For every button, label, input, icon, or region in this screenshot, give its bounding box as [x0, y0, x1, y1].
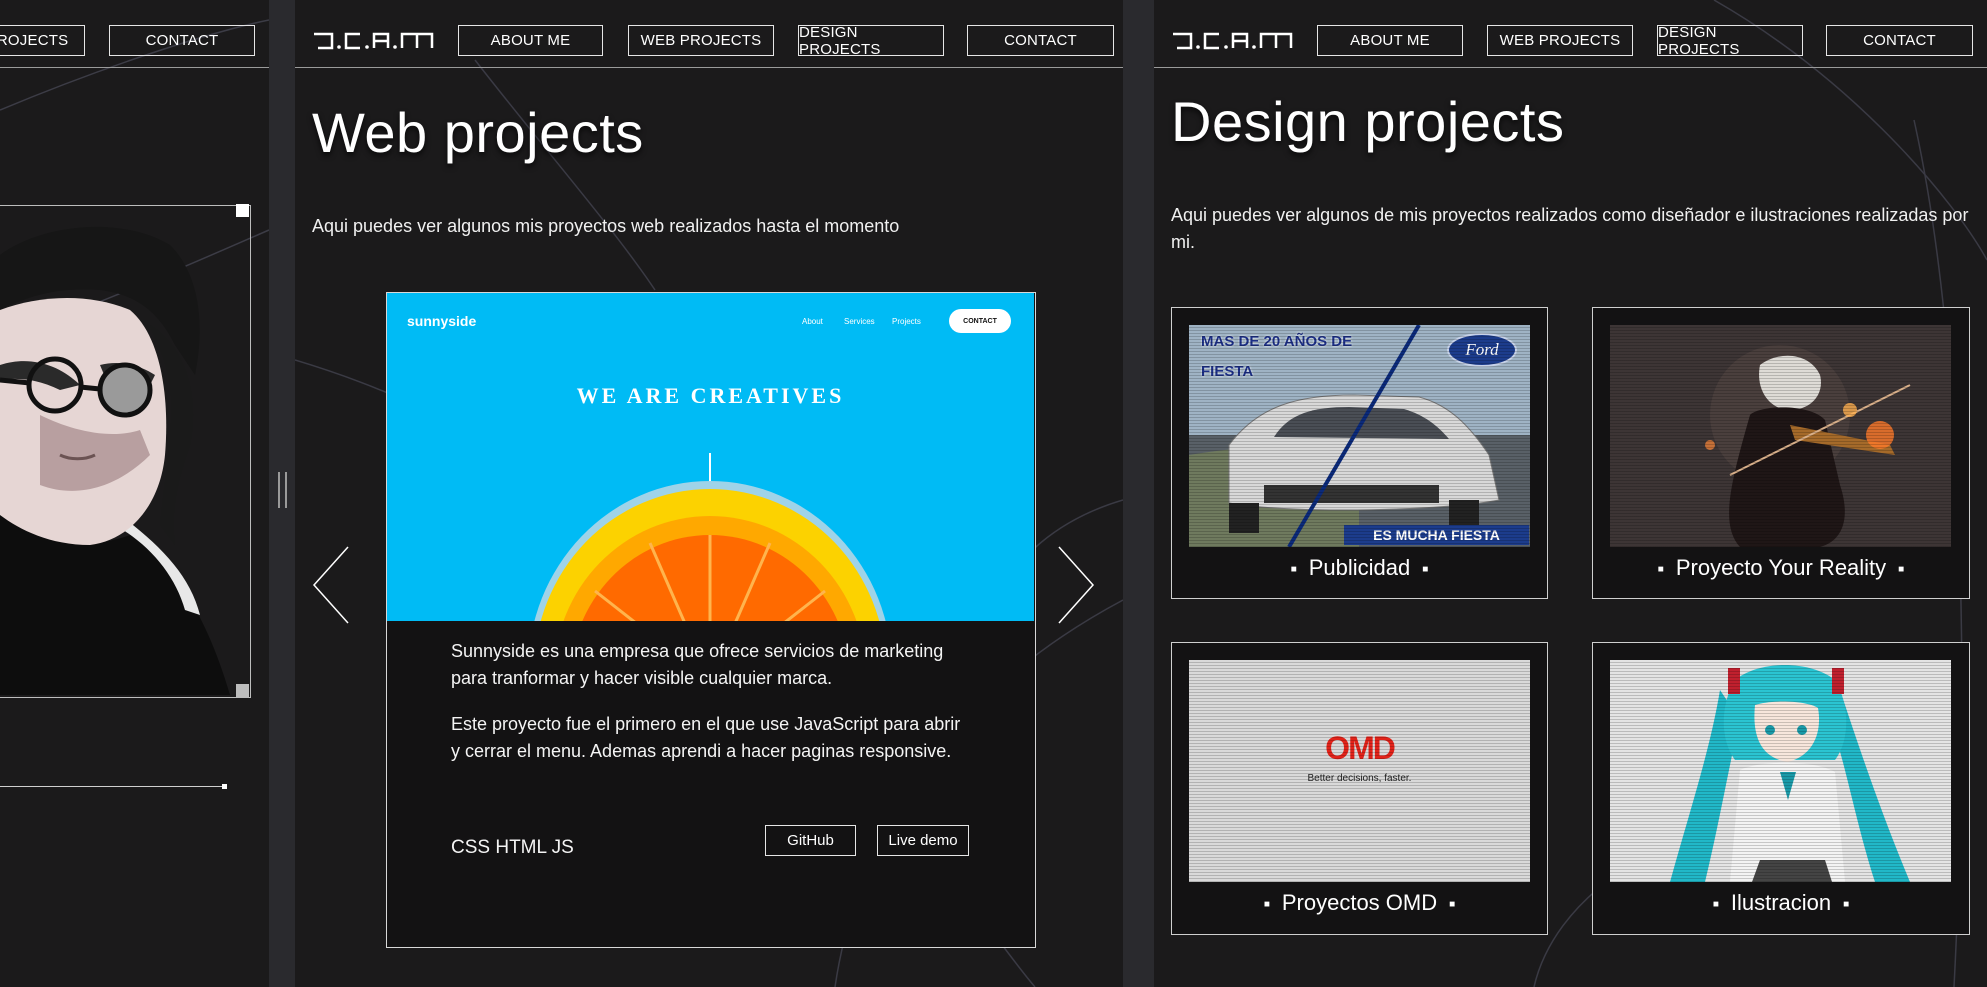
sunnyside-menu-services: Services [844, 317, 875, 326]
nav-about-button[interactable]: ABOUT ME [458, 25, 603, 56]
nav-design-projects-button[interactable]: DESIGN PROJECTS [798, 24, 944, 58]
design-card-omd[interactable]: OMD Better decisions, faster. ■ Proyectos… [1171, 642, 1548, 935]
main-nav: ABOUT ME WEB PROJECTS DESIGN PROJECTS CO… [295, 0, 1123, 68]
card-caption: ■ Publicidad ■ [1290, 555, 1429, 580]
project-description-1: Sunnyside es una empresa que ofrece serv… [451, 641, 944, 688]
project-screenshot[interactable]: sunnyside About Services Projects CONTAC… [387, 293, 1034, 621]
design-card-publicidad[interactable]: MAS DE 20 AÑOS DE FIESTA Ford ES MUCHA F… [1171, 307, 1548, 599]
design-projects-panel: ABOUT ME WEB PROJECTS DESIGN PROJECTS CO… [1154, 0, 1987, 987]
jcam-logo[interactable] [312, 30, 436, 52]
scanline-overlay [1189, 660, 1530, 882]
github-button[interactable]: GitHub [765, 825, 856, 856]
slider-line [0, 786, 225, 787]
nav-about-button[interactable]: ABOUT ME [1317, 25, 1463, 56]
carousel-next-arrow-icon[interactable] [1055, 545, 1095, 625]
nav-contact-button[interactable]: CONTACT [1826, 25, 1973, 56]
anime-illustration [1610, 660, 1951, 882]
project-stack: CSS HTML JS [451, 837, 574, 858]
character-illustration [1610, 660, 1951, 882]
carousel-prev-arrow-icon[interactable] [312, 545, 352, 625]
sunnyside-brand: sunnyside [407, 313, 477, 329]
violinist-illustration [1610, 325, 1951, 547]
page-title: Web projects [312, 101, 644, 164]
jcam-logo[interactable] [1171, 30, 1295, 52]
project-card: sunnyside About Services Projects CONTAC… [386, 292, 1036, 948]
omd-logo: OMD [1325, 730, 1396, 766]
page-title: Design projects [1171, 90, 1565, 153]
nav-contact-button[interactable]: CONTACT [967, 25, 1114, 56]
panel-divider [1123, 0, 1154, 987]
ford-ad-image: MAS DE 20 AÑOS DE FIESTA Ford ES MUCHA F… [1189, 325, 1530, 547]
design-card-your-reality[interactable]: ■ Proyecto Your Reality ■ [1592, 307, 1970, 599]
omd-tagline: Better decisions, faster. [1307, 773, 1412, 784]
nav-contact-button[interactable]: CONTACT [109, 25, 255, 56]
card-caption: ■ Ilustracion ■ [1712, 890, 1850, 915]
violinist-artwork [1610, 325, 1951, 547]
main-nav: ABOUT ME WEB PROJECTS DESIGN PROJECTS CO… [1154, 0, 1987, 68]
design-card-ilustracion[interactable]: ■ Ilustracion ■ [1592, 642, 1970, 935]
ad-slogan: ES MUCHA FIESTA [1344, 525, 1529, 545]
about-nav: PROJECTS CONTACT [0, 0, 269, 68]
omd-artwork: OMD Better decisions, faster. [1189, 660, 1530, 882]
nav-projects-button[interactable]: PROJECTS [0, 25, 85, 56]
sunnyside-contact-pill: CONTACT [949, 309, 1011, 333]
web-projects-panel: ABOUT ME WEB PROJECTS DESIGN PROJECTS CO… [295, 0, 1123, 987]
nav-web-projects-button[interactable]: WEB PROJECTS [1487, 25, 1633, 56]
sunnyside-menu-projects: Projects [892, 317, 921, 326]
card-caption: ■ Proyectos OMD ■ [1263, 890, 1456, 915]
page-intro: Aqui puedes ver algunos de mis proyectos… [1171, 205, 1969, 252]
slider-dot[interactable] [222, 784, 227, 789]
ad-headline-2: FIESTA [1201, 363, 1254, 380]
orange-illustration [534, 481, 886, 621]
sunnyside-hero-text: WE ARE CREATIVES [576, 383, 845, 408]
ad-headline-1: MAS DE 20 AÑOS DE [1201, 333, 1353, 350]
live-demo-button[interactable]: Live demo [877, 825, 969, 856]
card-caption: ■ Proyecto Your Reality ■ [1657, 555, 1905, 580]
resize-handle[interactable] [278, 472, 287, 508]
sunnyside-menu-about: About [802, 317, 823, 326]
ford-logo: Ford [1447, 333, 1517, 367]
nav-web-projects-button[interactable]: WEB PROJECTS [628, 25, 774, 56]
nav-design-projects-button[interactable]: DESIGN PROJECTS [1657, 24, 1803, 58]
about-panel: PROJECTS CONTACT [0, 0, 269, 987]
page-intro: Aqui puedes ver algunos mis proyectos we… [312, 216, 900, 236]
portrait-illustration [0, 226, 230, 695]
project-description-2: Este proyecto fue el primero en el que u… [451, 714, 961, 761]
